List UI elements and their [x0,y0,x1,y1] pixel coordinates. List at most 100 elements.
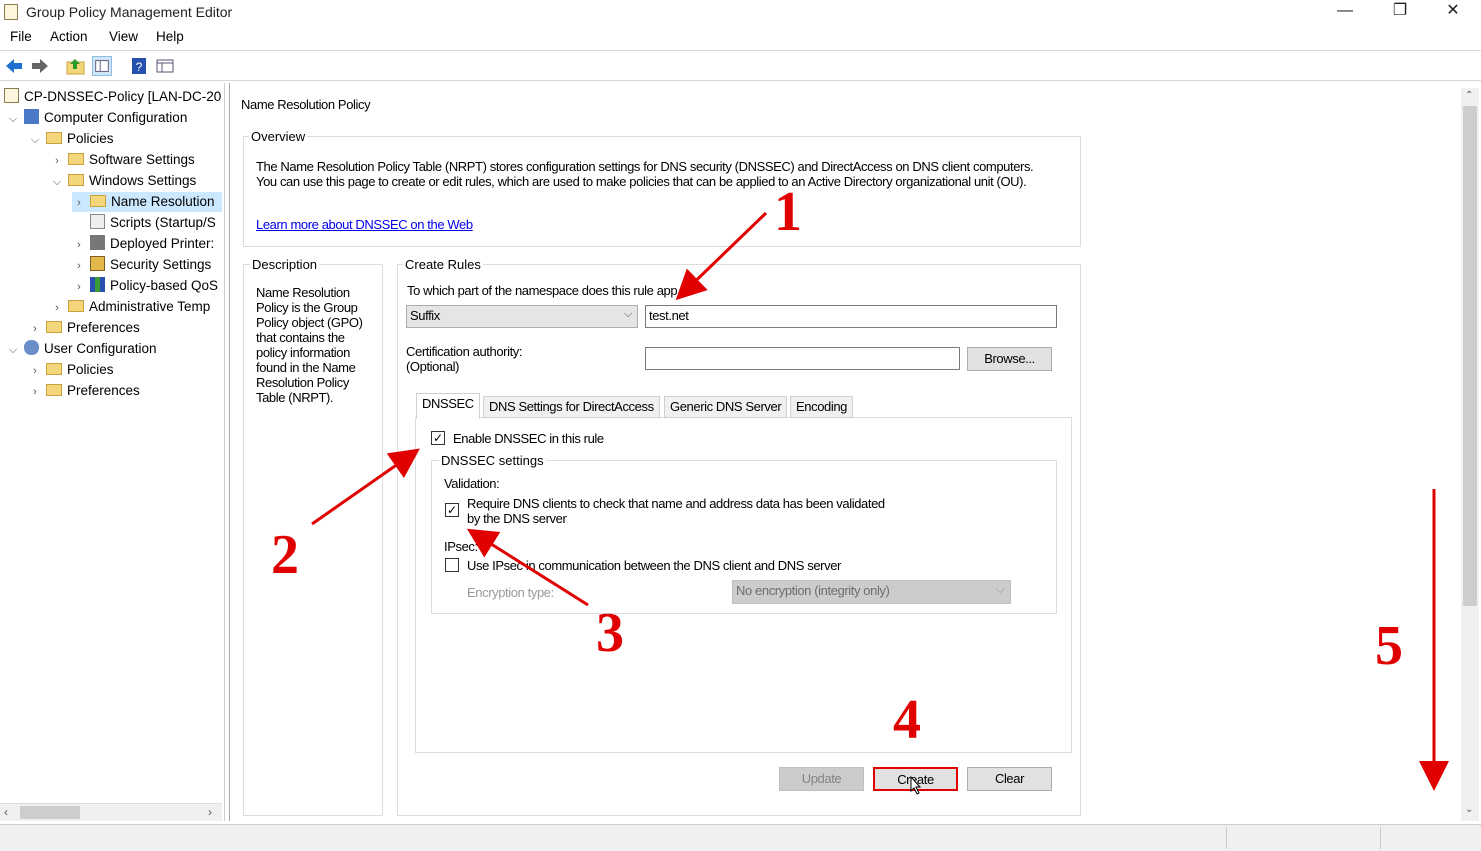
tab-dns-directaccess[interactable]: DNS Settings for DirectAccess [483,396,660,418]
tree-root[interactable]: CP-DNSSEC-Policy [LAN-DC-20 [4,87,221,107]
tree-label: Security Settings [110,257,212,272]
tree-user-policies[interactable]: › Policies [28,360,114,381]
namespace-value-input[interactable]: test.net [645,305,1057,328]
learn-more-link[interactable]: Learn more about DNSSEC on the Web [256,217,473,232]
tree-label: Policies [67,131,114,146]
browse-button[interactable]: Browse... [967,347,1052,371]
tab-encoding[interactable]: Encoding [790,396,854,418]
printer-icon [90,235,105,250]
chevron-right-icon[interactable]: › [50,151,64,171]
folder-icon [46,321,62,333]
tree-scripts[interactable]: Scripts (Startup/S [72,213,216,233]
chevron-right-icon[interactable]: › [72,256,86,276]
scroll-right-icon[interactable]: › [208,805,212,819]
tree-policy-qos[interactable]: › Policy-based QoS [72,276,218,296]
chevron-right-icon[interactable]: › [28,319,42,339]
tree-label: Policy-based QoS [110,278,219,293]
svg-text:?: ? [136,60,143,74]
tree-deployed-printers[interactable]: › Deployed Printer: [72,234,214,254]
annotation-number-1: 1 [774,181,802,243]
menu-help[interactable]: Help [156,29,184,44]
update-button[interactable]: Update [779,767,864,791]
chevron-down-icon[interactable]: ⌵ [28,130,42,150]
tree-label: Software Settings [89,152,195,167]
tree-admin-templates[interactable]: › Administrative Temp [50,297,210,317]
chevron-right-icon[interactable]: › [72,235,86,255]
chevron-right-icon[interactable]: › [28,361,42,381]
tree-label: Policies [67,362,114,377]
scroll-down-icon[interactable]: ⌄ [1465,804,1473,815]
properties-icon[interactable] [155,56,175,76]
tree-name-resolution[interactable]: › Name Resolution [72,192,222,212]
show-tree-icon[interactable] [92,56,112,76]
folder-icon [46,132,62,144]
folder-icon [68,300,84,312]
cert-authority-input[interactable] [645,347,960,370]
menu-file[interactable]: File [10,29,32,44]
encryption-type-value: No encryption (integrity only) [736,583,890,598]
scrollbar-thumb[interactable] [20,806,80,819]
tree-label: Name Resolution [111,194,215,209]
annotation-number-4: 4 [893,689,921,751]
gpo-icon [4,88,19,103]
forward-icon[interactable] [30,56,50,76]
tree-computer-configuration[interactable]: ⌵ Computer Configuration [6,108,187,128]
scroll-up-icon[interactable]: ⌃ [1465,90,1473,101]
mouse-cursor-icon [910,776,922,795]
tree-security-settings[interactable]: › Security Settings [72,255,211,275]
tree-user-configuration[interactable]: ⌵ User Configuration [6,339,157,359]
annotation-number-3: 3 [596,602,624,664]
scroll-left-icon[interactable]: ‹ [4,805,8,819]
help-icon[interactable]: ? [129,56,149,76]
page-title: Name Resolution Policy [241,97,371,112]
namespace-question: To which part of the namespace does this… [407,283,678,298]
chevron-right-icon[interactable]: › [72,193,86,213]
description-line: policy information [256,345,350,360]
clear-button[interactable]: Clear [967,767,1052,791]
menu-view[interactable]: View [109,29,138,44]
menu-action[interactable]: Action [50,29,88,44]
up-folder-icon[interactable] [66,56,86,76]
chevron-down-icon[interactable]: ⌵ [50,172,64,192]
chevron-right-icon[interactable]: › [72,277,86,297]
ipsec-label: IPsec: [444,539,478,554]
description-line: Policy object (GPO) [256,315,363,330]
chevron-right-icon[interactable]: › [28,382,42,402]
description-label: Description [250,257,320,272]
tree-software-settings[interactable]: › Software Settings [50,150,195,170]
cert-authority-label: Certification authority: [406,344,523,359]
tree-windows-settings[interactable]: ⌵ Windows Settings [50,171,196,191]
use-ipsec-checkbox[interactable] [445,558,459,572]
status-bar [0,824,1481,851]
tree-label: Preferences [67,383,140,398]
back-icon[interactable] [4,56,24,76]
chevron-right-icon[interactable]: › [50,298,64,318]
minimize-button[interactable]: — [1322,0,1368,24]
tab-dnssec[interactable]: DNSSEC [416,393,480,419]
tree-user-preferences[interactable]: › Preferences [28,381,140,401]
close-button[interactable]: ✕ [1430,0,1476,24]
namespace-type-select[interactable]: Suffix ⌵ [406,305,638,328]
overview-text-1: The Name Resolution Policy Table (NRPT) … [256,159,1034,174]
chevron-down-icon: ⌵ [624,308,632,320]
tree-preferences[interactable]: › Preferences [28,318,140,338]
security-icon [90,256,105,271]
folder-icon [46,363,62,375]
tree-policies[interactable]: ⌵ Policies [28,129,114,149]
enable-dnssec-checkbox[interactable]: ✓ [431,431,445,445]
folder-icon [68,174,84,186]
chevron-down-icon[interactable]: ⌵ [6,109,20,129]
vertical-scrollbar-thumb[interactable] [1463,106,1477,606]
description-line: Table (NRPT). [256,390,334,405]
tree-horizontal-scrollbar[interactable]: ‹ › [0,803,222,821]
console-tree: CP-DNSSEC-Policy [LAN-DC-20 ⌵ Computer Co… [0,83,225,821]
tree-label: Deployed Printer: [110,236,215,251]
chevron-down-icon[interactable]: ⌵ [6,340,20,360]
restore-button[interactable]: ❐ [1377,0,1423,24]
require-validation-checkbox[interactable]: ✓ [445,503,459,517]
gpo-editor-icon [4,4,18,20]
encryption-type-select[interactable]: No encryption (integrity only) ⌵ [732,580,1011,604]
tab-generic-dns-server[interactable]: Generic DNS Server [664,396,788,418]
folder-icon [68,153,84,165]
tree-label: Windows Settings [89,173,197,188]
